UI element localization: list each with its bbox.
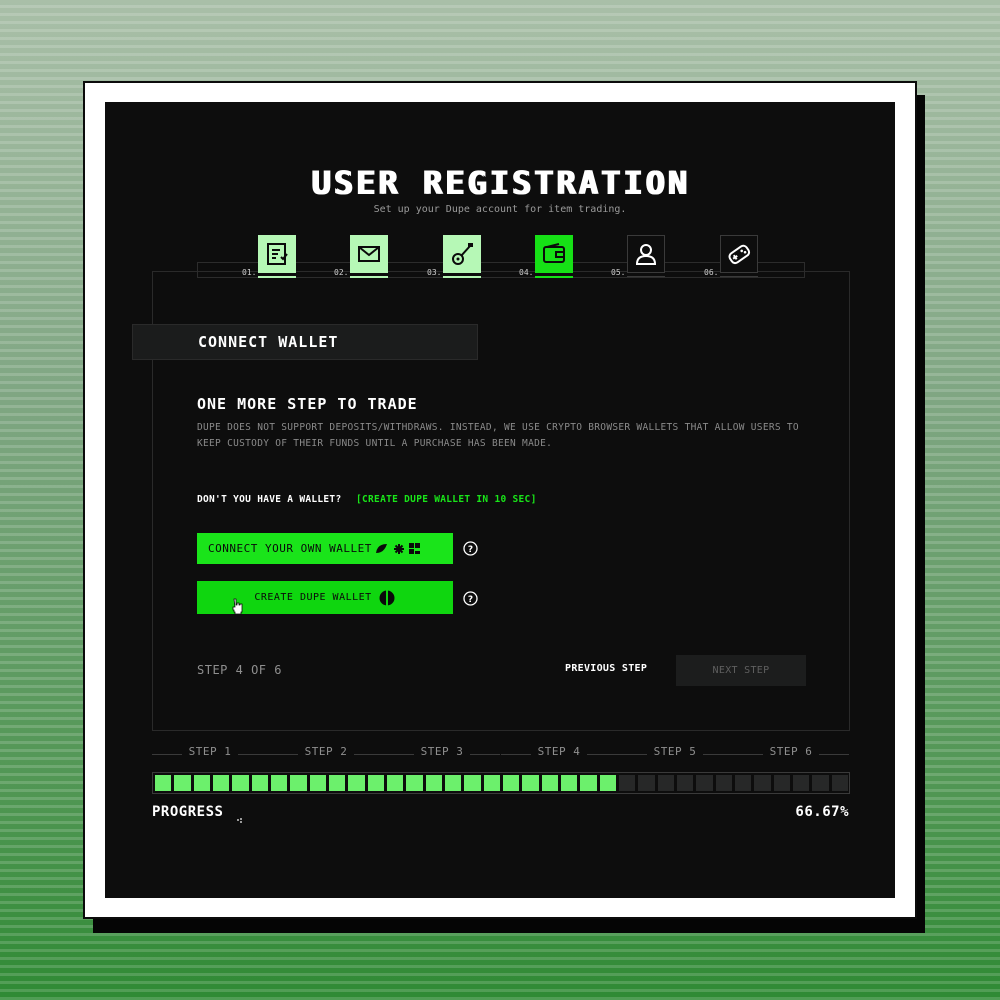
progress-segment-filled xyxy=(271,775,288,791)
progress-segment-filled xyxy=(387,775,404,791)
progress-step-label: STEP 3 xyxy=(384,745,500,759)
svg-text:?: ? xyxy=(468,545,473,555)
step-number: 04. xyxy=(519,268,534,277)
page-subtitle: Set up your Dupe account for item tradin… xyxy=(373,204,627,215)
progress-segment-filled xyxy=(193,775,210,791)
progress-step-label: STEP 1 xyxy=(152,745,268,759)
progress-segment-empty xyxy=(793,775,810,791)
progress-segment-filled xyxy=(406,775,423,791)
progress-segment-filled xyxy=(599,775,616,791)
progress-segment-filled xyxy=(290,775,307,791)
svg-text:?: ? xyxy=(468,595,473,605)
progress-label: PROGRESS xyxy=(152,804,224,820)
step-item-5[interactable]: 05. xyxy=(611,235,665,279)
progress-segment-filled xyxy=(309,775,326,791)
step-item-2[interactable]: 02. xyxy=(334,235,388,279)
step-item-4[interactable]: 04. xyxy=(519,235,573,279)
previous-step-button[interactable]: PREVIOUS STEP xyxy=(565,663,647,674)
progress-segment-filled xyxy=(503,775,520,791)
step-number: 05. xyxy=(611,268,626,277)
wallet-brands-icon xyxy=(375,542,420,554)
progress-segment-filled xyxy=(155,775,172,791)
progress-segment-empty xyxy=(812,775,829,791)
progress-segment-empty xyxy=(677,775,694,791)
step-number: 02. xyxy=(334,268,349,277)
progress-segment-filled xyxy=(348,775,365,791)
progress-segment-filled xyxy=(367,775,384,791)
content-heading: ONE MORE STEP TO TRADE xyxy=(197,395,418,413)
registration-screen: USER REGISTRATION Set up your Dupe accou… xyxy=(105,102,895,898)
step-item-1[interactable]: 01. xyxy=(242,235,296,279)
progress-segment-filled xyxy=(425,775,442,791)
step-item-3[interactable]: 03. xyxy=(427,235,481,279)
progress-segment-empty xyxy=(619,775,636,791)
progress-segment-empty xyxy=(696,775,713,791)
step-underline xyxy=(443,276,481,278)
next-step-button[interactable]: NEXT STEP xyxy=(676,655,806,686)
user-icon xyxy=(627,235,665,273)
step-number: 06. xyxy=(704,268,719,277)
step-number: 03. xyxy=(427,268,442,277)
progress-segment-empty xyxy=(657,775,674,791)
guitar-icon xyxy=(443,235,481,273)
document-icon xyxy=(258,235,296,273)
create-wallet-link[interactable]: [CREATE DUPE WALLET IN 10 SEC] xyxy=(356,494,537,505)
progress-segment-filled xyxy=(464,775,481,791)
page-title: USER REGISTRATION xyxy=(310,164,690,202)
step-underline xyxy=(627,276,665,277)
progress-segment-empty xyxy=(754,775,771,791)
progress-segment-filled xyxy=(580,775,597,791)
progress-segment-empty xyxy=(773,775,790,791)
connect-wallet-button[interactable]: CONNECT YOUR OWN WALLET xyxy=(197,533,453,564)
progress-segment-filled xyxy=(232,775,249,791)
progress-segment-filled xyxy=(483,775,500,791)
help-icon[interactable]: ? xyxy=(463,541,478,556)
progress-segment-filled xyxy=(541,775,558,791)
progress-segment-empty xyxy=(638,775,655,791)
step-underline xyxy=(535,276,573,278)
hand-cursor-icon xyxy=(231,598,243,615)
progress-segment-filled xyxy=(445,775,462,791)
dupe-logo-icon xyxy=(379,589,395,606)
progress-step-label: STEP 6 xyxy=(733,745,849,759)
progress-value: 66.67% xyxy=(795,804,849,820)
progress-segment-filled xyxy=(329,775,346,791)
step-number: 01. xyxy=(242,268,257,277)
mail-icon xyxy=(350,235,388,273)
progress-step-label: STEP 5 xyxy=(617,745,733,759)
progress-segment-filled xyxy=(251,775,268,791)
progress-segment-filled xyxy=(522,775,539,791)
wallet-icon xyxy=(535,235,573,273)
progress-segment-empty xyxy=(735,775,752,791)
step-underline xyxy=(258,276,296,278)
progress-step-labels: STEP 1 STEP 2 STEP 3 STEP 4 STEP 5 STEP … xyxy=(152,745,850,759)
wallet-question: DON'T YOU HAVE A WALLET? xyxy=(197,494,342,505)
content-description: DUPE DOES NOT SUPPORT DEPOSITS/WITHDRAWS… xyxy=(197,422,799,449)
help-icon[interactable]: ? xyxy=(463,591,478,606)
progress-segment-empty xyxy=(715,775,732,791)
progress-segment-empty xyxy=(831,775,848,791)
step-underline xyxy=(350,276,388,278)
progress-segment-filled xyxy=(174,775,191,791)
step-item-6[interactable]: 06. xyxy=(704,235,758,279)
progress-segment-filled xyxy=(213,775,230,791)
progress-step-label: STEP 4 xyxy=(501,745,617,759)
step-counter: STEP 4 OF 6 xyxy=(197,663,282,677)
dots-icon xyxy=(237,809,243,823)
create-wallet-label: CREATE DUPE WALLET xyxy=(254,592,372,603)
connect-wallet-label: CONNECT YOUR OWN WALLET xyxy=(208,542,372,555)
progress-segment-filled xyxy=(561,775,578,791)
step-underline xyxy=(720,276,758,277)
progress-bar xyxy=(152,772,850,794)
section-tab-connect-wallet: CONNECT WALLET xyxy=(132,324,478,360)
progress-step-label: STEP 2 xyxy=(268,745,384,759)
gamepad-icon xyxy=(720,235,758,273)
